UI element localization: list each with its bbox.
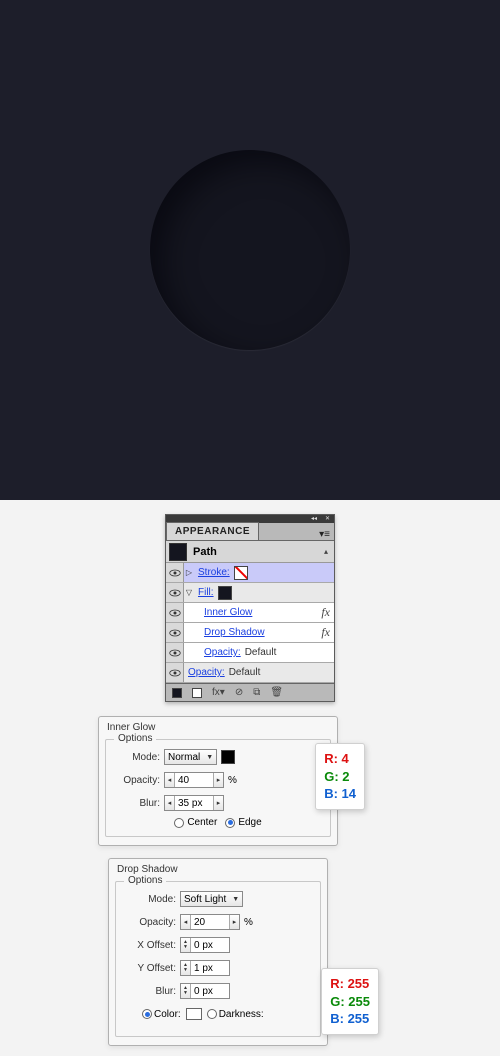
radio-edge[interactable] (225, 818, 235, 828)
opacity-label[interactable]: Opacity: (184, 667, 225, 678)
glow-color-swatch[interactable] (221, 750, 235, 764)
panel-menu-icon[interactable]: ▾≡ (319, 529, 334, 540)
color-label: Color: (154, 1009, 181, 1020)
inner-glow-dialog: Inner Glow Options Mode: Normal ▼ Opacit… (98, 716, 338, 846)
inner-glow-link[interactable]: Inner Glow (200, 607, 252, 618)
visibility-toggle[interactable] (166, 603, 184, 622)
radio-darkness[interactable] (207, 1009, 217, 1019)
blur-value: 0 px (191, 984, 229, 998)
options-fieldset: Options Mode: Soft Light ▼ Opacity: ◂ 20… (115, 881, 321, 1037)
options-legend: Options (114, 733, 156, 744)
opacity-value: Default (225, 667, 261, 678)
mode-value: Normal (168, 752, 200, 763)
path-label: Path (193, 546, 217, 558)
blur-label: Blur: (122, 986, 180, 997)
drop-shadow-dialog: Drop Shadow Options Mode: Soft Light ▼ O… (108, 858, 328, 1046)
y-offset-value: 1 px (191, 961, 229, 975)
opacity-stepper[interactable]: ◂ 20 ▸ (180, 914, 240, 930)
new-fill-icon[interactable] (172, 688, 182, 698)
drop-shadow-link[interactable]: Drop Shadow (200, 627, 265, 638)
panel-footer: fx▾ ⊘ ⧉ 🗑 (166, 683, 334, 701)
opacity-label[interactable]: Opacity: (200, 647, 241, 658)
mode-label: Mode: (112, 752, 164, 763)
opacity-value: Default (241, 647, 277, 658)
rgb-callout: R: 255 G: 255 B: 255 (321, 968, 379, 1035)
rgb-callout: R: 4 G: 2 B: 14 (315, 743, 365, 810)
radio-center[interactable] (174, 818, 184, 828)
rgb-g: G: 2 (324, 768, 356, 786)
opacity-value: 20 (191, 915, 229, 929)
rgb-b: B: 14 (324, 785, 356, 803)
chevron-down-icon: ▼ (232, 896, 239, 903)
panels-area: ◂◂ ✕ APPEARANCE ▾≡ Path ▴ ▷ Stroke: (0, 500, 500, 1056)
path-row: Path ▴ (166, 541, 334, 563)
new-stroke-icon[interactable] (192, 688, 202, 698)
appearance-row-opacity-outer[interactable]: Opacity: Default (166, 663, 334, 683)
blur-stepper[interactable]: ▲▼ 0 px (180, 983, 230, 999)
visibility-toggle[interactable] (166, 663, 184, 682)
mode-label: Mode: (122, 894, 180, 905)
options-legend: Options (124, 875, 166, 886)
percent-label: % (240, 917, 253, 928)
stroke-label[interactable]: Stroke: (194, 567, 230, 578)
fx-icon: fx (321, 625, 334, 640)
center-label: Center (187, 817, 217, 828)
visibility-toggle[interactable] (166, 583, 184, 602)
opacity-label: Opacity: (112, 775, 164, 786)
rgb-g: G: 255 (330, 993, 370, 1011)
appearance-row-fill[interactable]: ▽ Fill: (166, 583, 334, 603)
visibility-toggle[interactable] (166, 623, 184, 642)
fx-icon: fx (321, 605, 334, 620)
appearance-row-stroke[interactable]: ▷ Stroke: (166, 563, 334, 583)
disclosure-icon[interactable]: ▷ (184, 568, 194, 577)
options-fieldset: Options Mode: Normal ▼ Opacity: ◂ 40 ▸ % (105, 739, 331, 837)
scroll-up-icon[interactable]: ▴ (324, 547, 334, 556)
blur-stepper[interactable]: ◂ 35 px ▸ (164, 795, 224, 811)
x-offset-stepper[interactable]: ▲▼ 0 px (180, 937, 230, 953)
visibility-toggle[interactable] (166, 563, 184, 582)
fill-swatch[interactable] (218, 586, 232, 600)
appearance-row-opacity-inner[interactable]: Opacity: Default (166, 643, 334, 663)
edge-label: Edge (238, 817, 261, 828)
mode-dropdown[interactable]: Normal ▼ (164, 749, 217, 765)
glow-source-radios: Center Edge (112, 817, 324, 828)
disclosure-icon[interactable]: ▽ (184, 588, 194, 597)
blur-value: 35 px (175, 796, 213, 810)
rgb-r: R: 255 (330, 975, 370, 993)
mode-dropdown[interactable]: Soft Light ▼ (180, 891, 243, 907)
darkness-label: Darkness: (219, 1009, 264, 1020)
visibility-toggle[interactable] (166, 643, 184, 662)
y-offset-label: Y Offset: (122, 963, 180, 974)
y-offset-stepper[interactable]: ▲▼ 1 px (180, 960, 230, 976)
mode-value: Soft Light (184, 894, 226, 905)
blur-label: Blur: (112, 798, 164, 809)
panel-tabs: APPEARANCE ▾≡ (166, 523, 334, 541)
appearance-row-inner-glow[interactable]: Inner Glow fx (166, 603, 334, 623)
artwork-preview (0, 0, 500, 500)
opacity-label: Opacity: (122, 917, 180, 928)
circle-shape (150, 150, 350, 350)
rgb-r: R: 4 (324, 750, 356, 768)
opacity-value: 40 (175, 773, 213, 787)
x-offset-value: 0 px (191, 938, 229, 952)
stroke-swatch-none[interactable] (234, 566, 248, 580)
percent-label: % (224, 775, 237, 786)
tab-appearance[interactable]: APPEARANCE (166, 522, 259, 540)
path-swatch (169, 543, 187, 561)
rgb-b: B: 255 (330, 1010, 370, 1028)
shadow-color-swatch[interactable] (186, 1008, 202, 1020)
appearance-row-drop-shadow[interactable]: Drop Shadow fx (166, 623, 334, 643)
fill-label[interactable]: Fill: (194, 587, 214, 598)
radio-color[interactable] (142, 1009, 152, 1019)
x-offset-label: X Offset: (122, 940, 180, 951)
appearance-panel: ◂◂ ✕ APPEARANCE ▾≡ Path ▴ ▷ Stroke: (165, 514, 335, 702)
chevron-down-icon: ▼ (206, 754, 213, 761)
opacity-stepper[interactable]: ◂ 40 ▸ (164, 772, 224, 788)
